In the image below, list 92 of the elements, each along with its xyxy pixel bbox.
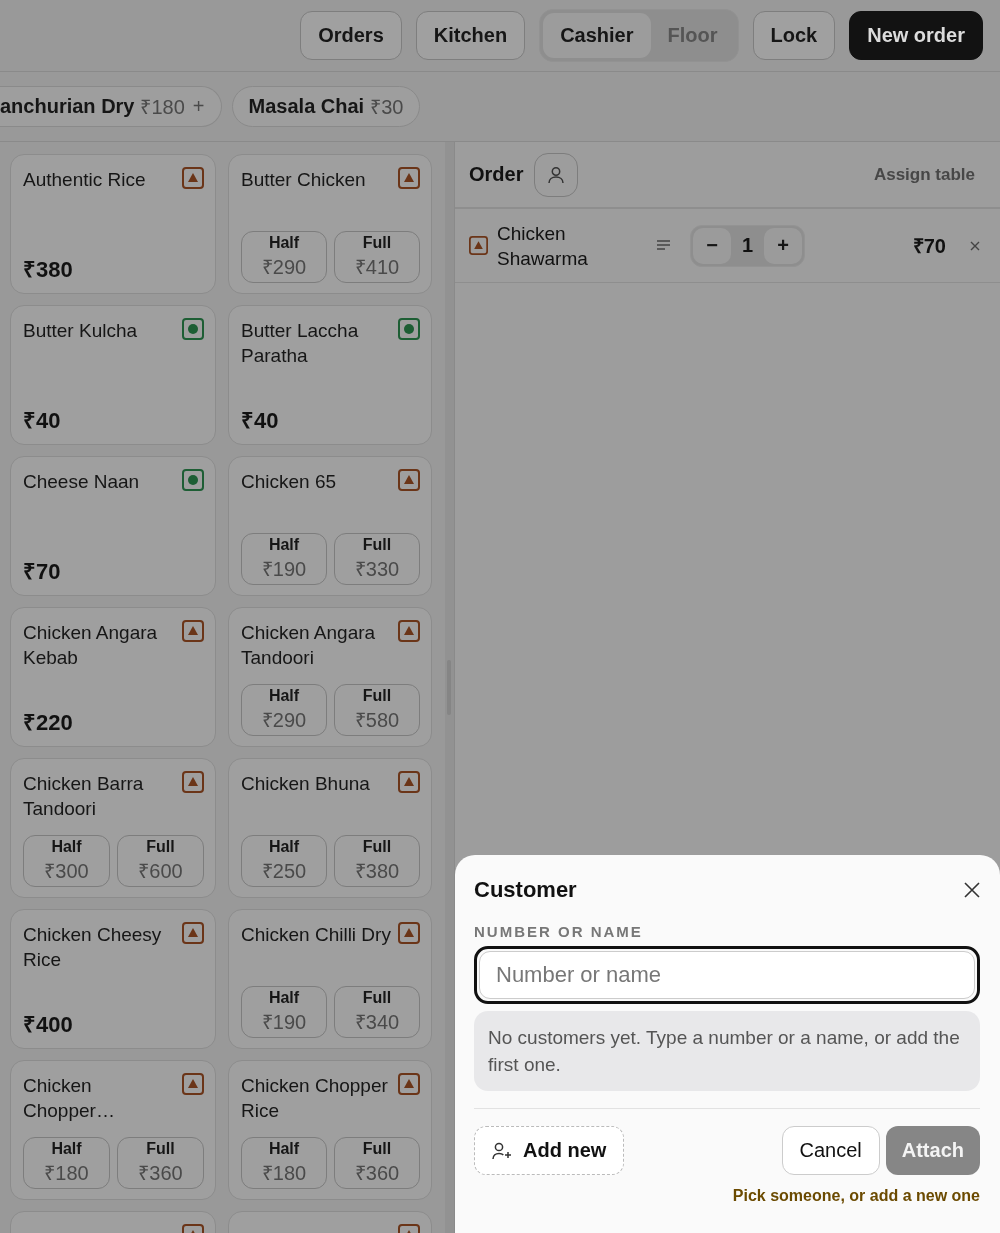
non-veg-mark-icon xyxy=(398,1073,420,1095)
variant-button[interactable]: Half ₹190 xyxy=(241,986,327,1038)
close-icon[interactable] xyxy=(964,882,980,898)
menu-item-card[interactable]: Cheese Naan ₹70 xyxy=(10,456,216,596)
nav-button[interactable]: Kitchen xyxy=(415,11,526,60)
order-title: Order xyxy=(469,163,524,186)
customer-button[interactable] xyxy=(534,152,579,197)
menu-item-card[interactable]: Chicken Chopper… Half ₹180 Full ₹360 xyxy=(10,1060,216,1200)
variant-button[interactable]: Full ₹360 xyxy=(334,1137,420,1189)
item-name: Chicken Chopper… xyxy=(23,1074,116,1123)
item-name: Authentic Rice xyxy=(23,168,146,192)
decrease-button[interactable]: − xyxy=(693,227,731,264)
non-veg-mark-icon xyxy=(398,620,420,642)
menu-item-card[interactable]: Chicken Chopper Rice Half ₹180 Full ₹360 xyxy=(228,1060,432,1200)
non-veg-mark-icon xyxy=(182,620,204,642)
variant-button[interactable]: Half ₹250 xyxy=(241,835,327,887)
non-veg-mark-icon xyxy=(398,922,420,944)
hint-text: Pick someone, or add a new one xyxy=(731,1187,980,1205)
item-name: Chicken Chopper Rice xyxy=(241,1074,389,1123)
item-name: Chicken Bhuna xyxy=(241,772,370,796)
item-name: Butter Kulcha xyxy=(23,319,138,343)
veg-mark-icon xyxy=(398,318,420,340)
order-item-price: ₹70 xyxy=(912,234,946,259)
non-veg-mark-icon xyxy=(469,236,488,255)
menu-item-card[interactable]: Chicken Angara Tandoori Half ₹290 Full ₹580 xyxy=(228,607,432,747)
item-price: ₹40 xyxy=(241,407,280,434)
item-price: ₹400 xyxy=(23,1011,74,1038)
non-veg-mark-icon xyxy=(398,771,420,793)
item-name: Butter Laccha Paratha xyxy=(241,319,360,368)
mode-tab[interactable]: Cashier xyxy=(543,13,651,58)
order-item-name: Chicken Shawarma xyxy=(497,221,589,271)
sheet-title: Customer xyxy=(474,877,577,903)
variant-button[interactable]: Half ₹290 xyxy=(241,231,327,283)
menu-item-card[interactable]: Butter Kulcha ₹40 xyxy=(10,305,216,445)
variant-button[interactable]: Half ₹290 xyxy=(241,684,327,736)
item-price: ₹380 xyxy=(23,256,74,283)
lock-button[interactable]: Lock xyxy=(752,11,836,60)
veg-mark-icon xyxy=(182,469,204,491)
variant-button[interactable]: Full ₹580 xyxy=(334,684,420,736)
quick-item-chip[interactable]: anchurian Dry ₹180 + xyxy=(0,86,222,127)
quantity-value: 1 xyxy=(740,234,755,257)
variant-button[interactable]: Full ₹360 xyxy=(117,1137,204,1189)
variant-button[interactable]: Full ₹600 xyxy=(117,835,204,887)
empty-message: No customers yet. Type a number or a name, or add the first one. xyxy=(474,1011,980,1091)
menu-item-card[interactable]: Chicken Angara Kebab ₹220 xyxy=(10,607,216,747)
item-name: Chicken Chilli Dry xyxy=(241,923,391,947)
item-price: ₹40 xyxy=(23,407,62,434)
new-order-button[interactable]: New order xyxy=(849,11,983,60)
search-field[interactable]: Number or name xyxy=(474,946,980,1004)
variant-button[interactable]: Full ₹340 xyxy=(334,986,420,1038)
item-name: Chicken Barra Tandoori xyxy=(23,772,145,821)
item-name: Chicken 65 xyxy=(241,470,337,494)
menu-item-card[interactable]: Chicken Bhuna Half ₹250 Full ₹380 xyxy=(228,758,432,898)
item-price: ₹220 xyxy=(23,709,74,736)
variant-button[interactable]: Half ₹180 xyxy=(23,1137,110,1189)
non-veg-mark-icon xyxy=(182,922,204,944)
increase-button[interactable]: + xyxy=(764,227,802,264)
add-person-icon xyxy=(492,1141,513,1160)
note-lines-icon[interactable] xyxy=(657,239,671,252)
menu-item-card[interactable]: Chicken Barra Tandoori Half ₹300 Full ₹600 xyxy=(10,758,216,898)
person-icon xyxy=(547,165,566,184)
non-veg-mark-icon xyxy=(398,469,420,491)
nav-button[interactable]: Orders xyxy=(300,11,402,60)
variant-button[interactable]: Half ₹190 xyxy=(241,533,327,585)
item-name: Cheese Naan xyxy=(23,470,140,494)
veg-mark-icon xyxy=(182,318,204,340)
cancel-button[interactable]: Cancel xyxy=(781,1126,880,1175)
menu-item-card[interactable]: Chicken 65 Half ₹190 Full ₹330 xyxy=(228,456,432,596)
variant-button[interactable]: Half ₹180 xyxy=(241,1137,327,1189)
item-name: Butter Chicken xyxy=(241,168,366,192)
field-label: NUMBER OR NAME xyxy=(474,923,644,940)
menu-item-card[interactable]: Chicken Cheesy Rice ₹400 xyxy=(10,909,216,1049)
variant-button[interactable]: Full ₹380 xyxy=(334,835,420,887)
item-name: Chicken Angara Kebab xyxy=(23,621,159,670)
quick-item-chip[interactable]: Masala Chai ₹30 xyxy=(231,86,421,127)
remove-icon[interactable] xyxy=(970,240,980,251)
assign-table-link[interactable]: Assign table xyxy=(873,164,975,185)
variant-button[interactable]: Full ₹410 xyxy=(334,231,420,283)
non-veg-mark-icon xyxy=(182,167,204,189)
menu-item-card[interactable]: Chicken Chilli Dry Half ₹190 Full ₹340 xyxy=(228,909,432,1049)
menu-item-card[interactable]: Authentic Rice ₹380 xyxy=(10,154,216,294)
item-name: Chicken Angara Tandoori xyxy=(241,621,377,670)
variant-button[interactable]: Half ₹300 xyxy=(23,835,110,887)
non-veg-mark-icon xyxy=(182,1073,204,1095)
non-veg-mark-icon xyxy=(182,771,204,793)
add-new-button[interactable]: Add new xyxy=(474,1126,625,1175)
item-price: ₹70 xyxy=(23,558,62,585)
menu-item-card[interactable]: Butter Chicken Half ₹290 Full ₹410 xyxy=(228,154,432,294)
non-veg-mark-icon xyxy=(398,167,420,189)
item-name: Chicken Cheesy Rice xyxy=(23,923,163,972)
variant-button[interactable]: Full ₹330 xyxy=(334,533,420,585)
menu-item-card[interactable]: Butter Laccha Paratha ₹40 xyxy=(228,305,432,445)
